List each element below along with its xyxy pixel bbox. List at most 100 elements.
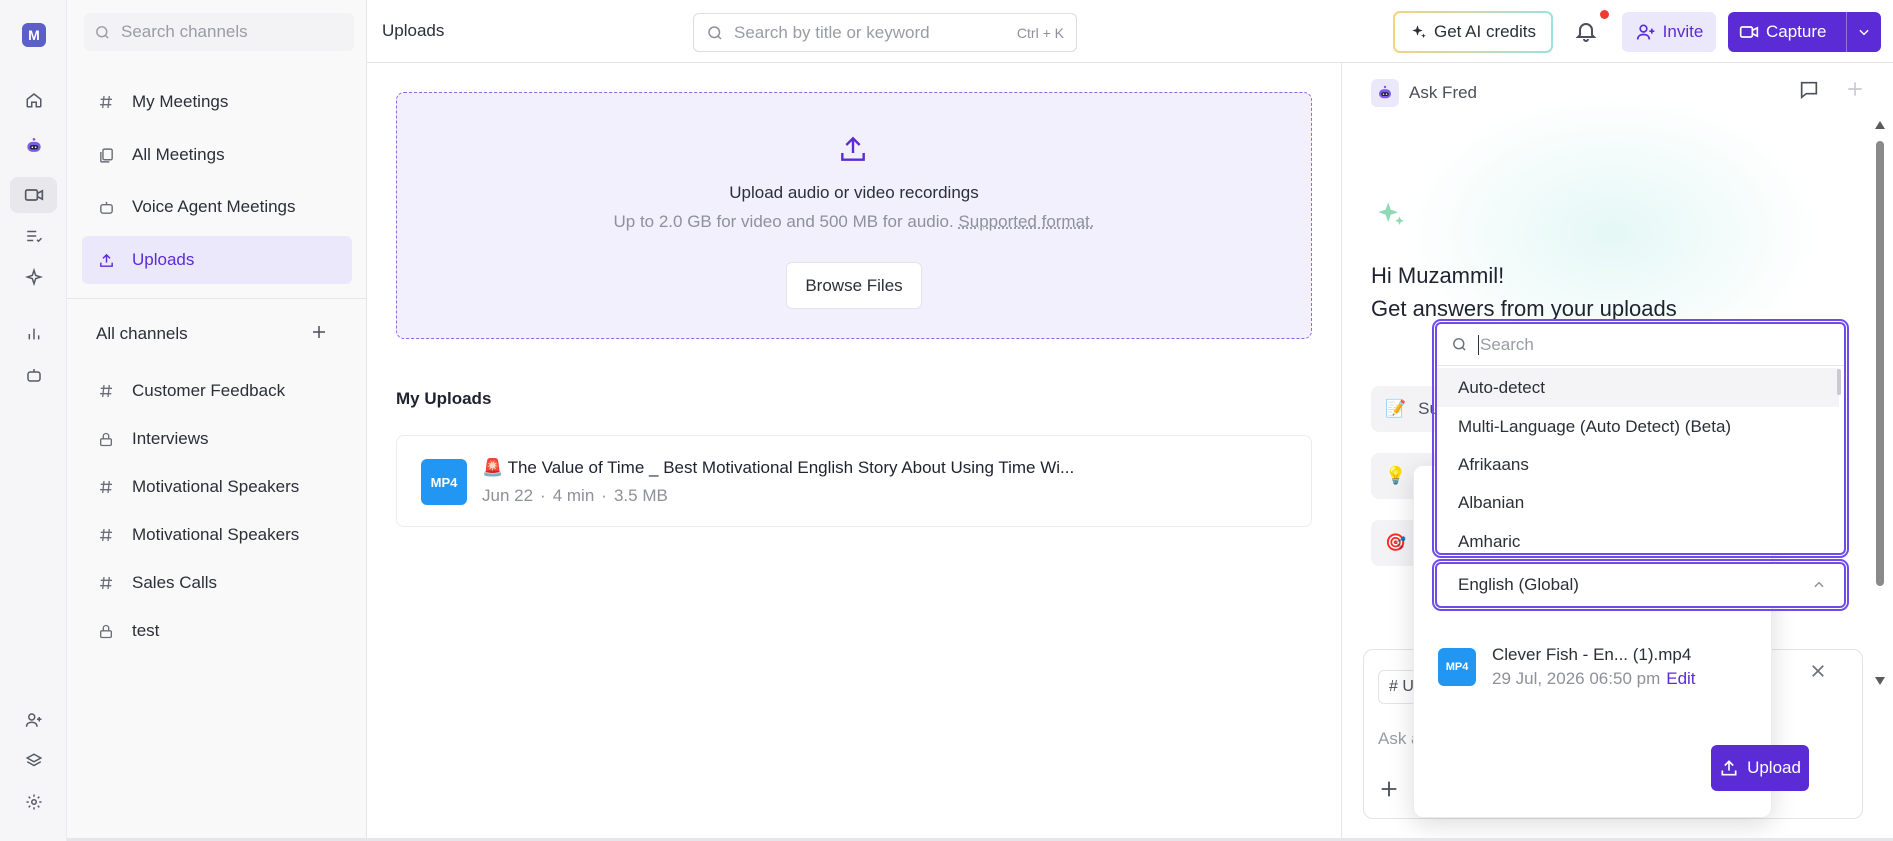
- channel-item-interviews[interactable]: Interviews: [82, 415, 352, 463]
- channel-search-placeholder: Search channels: [121, 22, 248, 41]
- selected-language: English (Global): [1458, 575, 1579, 594]
- get-ai-credits-button[interactable]: Get AI credits: [1393, 11, 1553, 53]
- capture-main-button[interactable]: Capture: [1728, 12, 1846, 52]
- channel-item-sales-calls[interactable]: Sales Calls: [82, 559, 352, 607]
- channel-label: Customer Feedback: [132, 381, 286, 400]
- language-option[interactable]: Amharic: [1437, 522, 1839, 553]
- upload-button-label: Upload: [1747, 758, 1801, 777]
- home-icon[interactable]: [10, 82, 57, 118]
- add-channel-button[interactable]: [307, 320, 331, 344]
- sidebar-item-label: Voice Agent Meetings: [132, 197, 296, 216]
- language-option[interactable]: Albanian: [1437, 483, 1839, 522]
- siren-emoji: 🚨: [482, 458, 504, 477]
- channel-item-motivational-speakers-2[interactable]: Motivational Speakers: [82, 511, 352, 559]
- channel-item-customer-feedback[interactable]: Customer Feedback: [82, 367, 352, 415]
- my-uploads-heading: My Uploads: [396, 389, 492, 408]
- notifications-bell-icon[interactable]: [1574, 19, 1600, 45]
- sidebar-item-voice-agent-meetings[interactable]: Voice Agent Meetings: [82, 183, 352, 231]
- selected-file-name: Clever Fish - En... (1).mp4: [1492, 645, 1692, 664]
- search-icon: [96, 25, 109, 39]
- new-chat-icon[interactable]: [1798, 79, 1820, 101]
- video-icon[interactable]: [10, 177, 57, 213]
- language-search-input[interactable]: Search: [1437, 324, 1844, 366]
- upload-meta: Jun 22 · 4 min · 3.5 MB: [482, 486, 668, 505]
- global-search-placeholder: Search by title or keyword: [734, 22, 930, 42]
- channel-search-input[interactable]: Search channels: [84, 13, 354, 51]
- sidebar-item-my-meetings[interactable]: My Meetings: [82, 78, 352, 126]
- channel-label: Motivational Speakers: [132, 525, 300, 544]
- tasks-icon[interactable]: [10, 218, 57, 254]
- hash-icon: [97, 479, 115, 495]
- language-dropdown: Search Auto-detect Multi-Language (Auto …: [1432, 319, 1849, 558]
- channel-label: Sales Calls: [132, 573, 218, 592]
- mp4-file-badge: MP4: [1438, 648, 1476, 686]
- upload-file-title: The Value of Time _ Best Motivational En…: [507, 458, 1075, 477]
- page-title: Uploads: [382, 21, 445, 40]
- lock-icon: [97, 623, 115, 640]
- upload-icon: [837, 133, 869, 165]
- notification-dot: [1600, 10, 1609, 19]
- remove-file-button[interactable]: [1809, 662, 1827, 680]
- capture-dropdown-button[interactable]: [1847, 12, 1881, 52]
- search-icon: [708, 25, 722, 40]
- channel-item-motivational-speakers[interactable]: Motivational Speakers: [82, 463, 352, 511]
- greeting-text: Hi Muzammil!: [1371, 263, 1505, 288]
- language-select[interactable]: English (Global): [1432, 559, 1849, 611]
- scrollbar-thumb[interactable]: [1876, 141, 1884, 586]
- edit-file-link[interactable]: Edit: [1666, 669, 1695, 688]
- browse-files-button[interactable]: Browse Files: [786, 262, 922, 309]
- sparkle-icon[interactable]: [10, 259, 57, 295]
- workspace-avatar[interactable]: M: [22, 23, 46, 47]
- meetings-icon: [97, 147, 115, 164]
- invite-button[interactable]: Invite: [1622, 12, 1716, 52]
- hash-icon: [97, 575, 115, 591]
- hash-icon: [97, 527, 115, 543]
- all-channels-heading: All channels: [96, 324, 188, 343]
- language-option[interactable]: Multi-Language (Auto Detect) (Beta): [1437, 407, 1839, 446]
- voice-agent-icon[interactable]: [10, 357, 57, 393]
- search-shortcut-hint: Ctrl + K: [1016, 24, 1064, 41]
- target-emoji: 🎯: [1385, 533, 1407, 552]
- upload-duration: 4 min: [552, 486, 595, 505]
- sidebar-item-uploads[interactable]: Uploads: [82, 236, 352, 284]
- language-search-placeholder: Search: [1480, 334, 1534, 354]
- attach-plus-icon[interactable]: [1378, 778, 1400, 800]
- sparkle-icon: [1412, 25, 1426, 38]
- panel-title: Ask Fred: [1409, 83, 1478, 102]
- capture-button[interactable]: Capture: [1728, 12, 1881, 52]
- global-search-input[interactable]: Search by title or keyword Ctrl + K: [693, 13, 1077, 52]
- analytics-icon[interactable]: [10, 316, 57, 352]
- fred-bot-icon: [1371, 79, 1399, 107]
- upload-size: 3.5 MB: [613, 486, 668, 505]
- chevron-up-icon: [1812, 578, 1826, 592]
- plus-icon: [313, 326, 325, 338]
- upload-button[interactable]: Upload: [1711, 745, 1809, 791]
- lock-icon: [97, 431, 115, 448]
- text-cursor: [1478, 334, 1479, 355]
- add-user-icon[interactable]: [10, 702, 57, 738]
- sidebar-item-label: Uploads: [132, 250, 195, 269]
- sparkle-icon: [1374, 198, 1408, 232]
- plus-icon[interactable]: [1845, 79, 1865, 99]
- language-option[interactable]: Afrikaans: [1437, 445, 1839, 484]
- upload-icon: [1721, 760, 1737, 776]
- channel-sidebar: Search channels My Meetings All Meetings…: [67, 0, 367, 841]
- channel-item-test[interactable]: test: [82, 607, 352, 655]
- fred-bot-icon[interactable]: [10, 128, 57, 164]
- search-icon: [1453, 338, 1466, 351]
- channel-label: Motivational Speakers: [132, 477, 300, 496]
- language-option[interactable]: Auto-detect: [1437, 368, 1839, 407]
- upload-dropzone[interactable]: Upload audio or video recordings Up to 2…: [396, 92, 1312, 339]
- settings-icon[interactable]: [10, 784, 57, 820]
- supported-format-link[interactable]: Supported format.: [958, 212, 1094, 231]
- upload-list-item[interactable]: MP4 🚨 The Value of Time _ Best Motivatio…: [396, 435, 1312, 527]
- upload-limits-text: Up to 2.0 GB for video and 500 MB for au…: [613, 212, 954, 231]
- panel-scrollbar[interactable]: [1874, 121, 1886, 685]
- file-date-text: 29 Jul, 2026 06:50 pm: [1492, 669, 1661, 688]
- sidebar-item-all-meetings[interactable]: All Meetings: [82, 131, 352, 179]
- add-user-icon: [1636, 24, 1655, 40]
- layers-icon[interactable]: [10, 743, 57, 779]
- voice-agent-icon: [97, 199, 115, 216]
- dropdown-scrollbar-thumb[interactable]: [1837, 369, 1841, 395]
- memo-emoji: 📝: [1385, 399, 1407, 418]
